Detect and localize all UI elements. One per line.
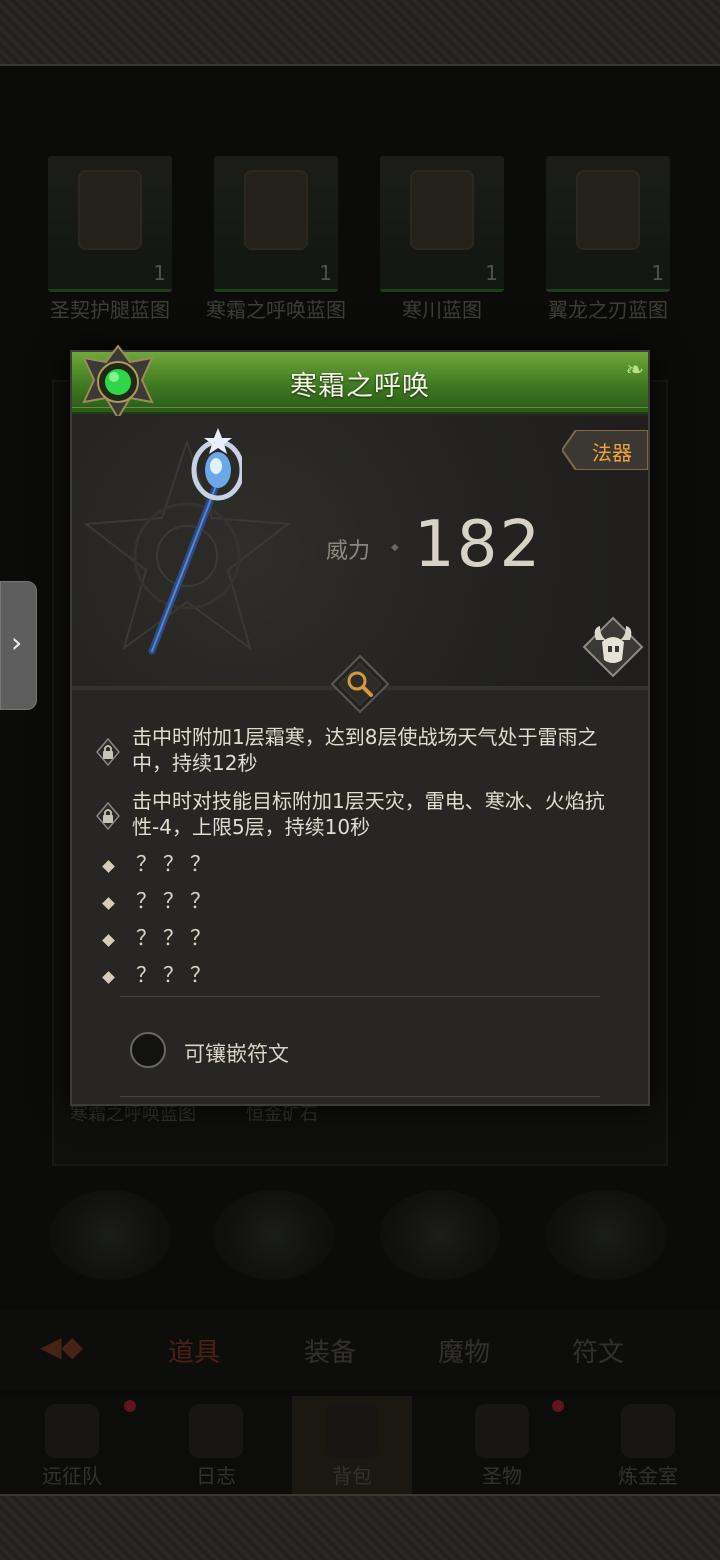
- diamond-bullet-icon: [102, 934, 115, 947]
- effect-text: 击中时附加1层霜寒，达到8层使战场天气处于雷雨之中，持续12秒: [132, 725, 598, 775]
- frost-staff-icon: [148, 428, 242, 655]
- rune-socket[interactable]: [130, 1032, 166, 1068]
- blueprint-label: 翼龙之刃蓝图: [548, 298, 668, 322]
- unknown-effect-text: ？？？: [136, 852, 217, 876]
- effects-list: 击中时附加1层霜寒，达到8层使战场天气处于雷雨之中，持续12秒 击中时对技能目标…: [72, 724, 648, 1000]
- equipment-slot[interactable]: [214, 1190, 334, 1280]
- equipment-slot[interactable]: [546, 1190, 666, 1280]
- nav-journal[interactable]: 日志: [156, 1396, 276, 1494]
- item-count: 1: [319, 261, 332, 285]
- separator-dot-icon: ◆: [391, 542, 399, 553]
- blueprint-card[interactable]: 1: [48, 156, 172, 292]
- diamond-bullet-icon: [102, 860, 115, 873]
- side-drawer-handle[interactable]: ›: [0, 581, 37, 710]
- scroll-icon: [78, 170, 142, 250]
- unknown-effect: ？？？: [72, 889, 648, 926]
- effect-text: 击中时对技能目标附加1层天灾，雷电、寒冰、火焰抗性-4，上限5层，持续10秒: [132, 789, 605, 839]
- helmet-icon: [45, 1404, 99, 1458]
- tab-monsters[interactable]: 魔物: [438, 1332, 490, 1369]
- green-gem-emblem-icon: [82, 344, 154, 420]
- unknown-effect-text: ？？？: [136, 889, 217, 913]
- equipment-slot[interactable]: [50, 1190, 170, 1280]
- scroll-icon: [576, 170, 640, 250]
- item-detail-popup: 寒霜之呼唤 ❧ 法器 威力 ◆ 182 击中时附加1层霜寒，达到8层使战场天气处…: [70, 344, 650, 1106]
- tab-items[interactable]: 道具: [168, 1332, 220, 1369]
- unknown-effect-text: ？？？: [136, 926, 217, 950]
- item-count: 1: [153, 261, 166, 285]
- item-title: 寒霜之呼唤: [290, 371, 430, 402]
- bottom-frame: [0, 1494, 720, 1560]
- tab-equipment[interactable]: 装备: [304, 1332, 356, 1369]
- lock-icon: [96, 802, 120, 830]
- divider: [120, 996, 600, 997]
- item-count: 1: [485, 261, 498, 285]
- power-value: 182: [414, 508, 543, 582]
- power-label: 威力: [326, 539, 371, 564]
- item-artwork-area: 法器 威力 ◆ 182: [72, 416, 648, 688]
- nav-relics[interactable]: 圣物: [442, 1396, 562, 1494]
- notification-dot: [124, 1400, 136, 1412]
- inventory-tabs: ◀◆ 道具 装备 魔物 符文: [0, 1310, 720, 1390]
- backpack-icon: [325, 1404, 379, 1458]
- nav-label: 背包: [332, 1464, 372, 1488]
- chevron-right-icon: ›: [11, 626, 23, 659]
- alchemy-icon: [621, 1404, 675, 1458]
- scroll-icon: [410, 170, 474, 250]
- magnifier-icon[interactable]: [330, 654, 390, 714]
- equipment-row: [0, 1180, 720, 1290]
- unknown-effect: ？？？: [72, 926, 648, 963]
- back-arrow-icon[interactable]: ◀◆: [40, 1330, 104, 1370]
- nav-alchemy[interactable]: 炼金室: [588, 1396, 708, 1494]
- divider: [120, 1096, 600, 1097]
- nav-backpack[interactable]: 背包: [292, 1396, 412, 1494]
- blueprint-card[interactable]: 1: [214, 156, 338, 292]
- rune-socket-label: 可镶嵌符文: [184, 1042, 289, 1066]
- notification-dot: [552, 1400, 564, 1412]
- nav-label: 圣物: [482, 1464, 522, 1488]
- nav-label: 炼金室: [618, 1464, 678, 1488]
- tab-runes[interactable]: 符文: [572, 1332, 624, 1369]
- scroll-icon: [244, 170, 308, 250]
- lock-icon: [96, 738, 120, 766]
- blueprint-label: 寒川蓝图: [402, 298, 482, 322]
- effect-item: 击中时对技能目标附加1层天灾，雷电、寒冰、火焰抗性-4，上限5层，持续10秒: [72, 788, 648, 840]
- nav-label: 日志: [196, 1464, 236, 1488]
- item-count: 1: [651, 261, 664, 285]
- blueprint-card[interactable]: 1: [546, 156, 670, 292]
- blueprint-card[interactable]: 1: [380, 156, 504, 292]
- unknown-effect: ？？？: [72, 963, 648, 1000]
- horned-helmet-icon[interactable]: [582, 616, 644, 678]
- nav-expedition[interactable]: 远征队: [12, 1396, 132, 1494]
- unknown-effect-text: ？？？: [136, 963, 217, 987]
- blueprint-label: 圣契护腿蓝图: [50, 298, 170, 322]
- unknown-effect: ？？？: [72, 852, 648, 889]
- diamond-bullet-icon: [102, 971, 115, 984]
- blueprint-label: 寒霜之呼唤蓝图: [206, 298, 346, 322]
- top-frame: [0, 0, 720, 66]
- diamond-bullet-icon: [102, 897, 115, 910]
- nav-label: 远征队: [42, 1464, 102, 1488]
- bottom-navigation: 远征队 日志 背包 圣物 炼金室: [0, 1396, 720, 1494]
- journal-icon: [189, 1404, 243, 1458]
- item-type-badge: 法器: [562, 430, 648, 470]
- item-type-label: 法器: [592, 441, 632, 465]
- effect-item: 击中时附加1层霜寒，达到8层使战场天气处于雷雨之中，持续12秒: [72, 724, 648, 776]
- popup-header: 寒霜之呼唤 ❧: [72, 352, 648, 414]
- relic-icon: [475, 1404, 529, 1458]
- equipment-slot[interactable]: [380, 1190, 500, 1280]
- corner-ornament-icon: ❧: [625, 358, 644, 383]
- blueprint-row: 1 圣契护腿蓝图 1 寒霜之呼唤蓝图 1 寒川蓝图 1 翼龙之刃蓝图: [0, 150, 720, 330]
